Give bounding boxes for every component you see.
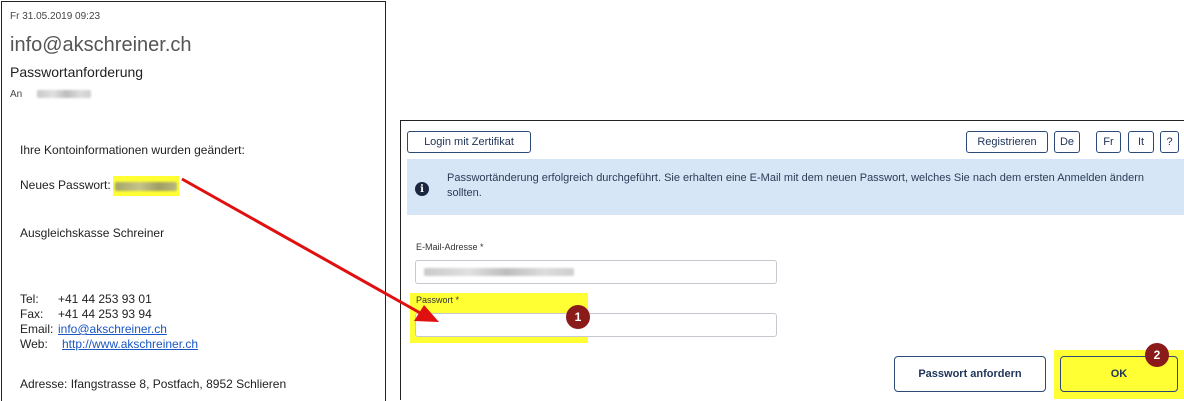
new-password-line: Neues Passwort: [20, 176, 179, 196]
tel-value: +41 44 253 93 01 [58, 292, 152, 306]
email-recipient-row: An [10, 89, 92, 100]
web-label: Web: [20, 337, 48, 351]
password-input[interactable] [415, 313, 777, 337]
login-panel: Login mit Zertifikat Registrieren De Fr … [400, 120, 1184, 400]
email-sender: info@akschreiner.ch [10, 34, 192, 56]
email-subject: Passwortanforderung [10, 64, 144, 80]
password-label: Passwort * [416, 295, 460, 305]
email-info-line: Ihre Kontoinformationen wurden geändert: [20, 143, 245, 157]
email-address-input[interactable] [415, 260, 777, 284]
tel-label: Tel: [20, 292, 39, 306]
info-banner: i Passwortänderung erfolgreich durchgefü… [407, 159, 1184, 215]
help-button[interactable]: ? [1160, 131, 1179, 153]
email-panel: Fr 31.05.2019 09:23 info@akschreiner.ch … [1, 1, 386, 401]
email-address: Adresse: Ifangstrasse 8, Postfach, 8952 … [20, 377, 287, 391]
recipient-blurred [37, 90, 92, 99]
login-toolbar: Login mit Zertifikat Registrieren De Fr … [401, 121, 1184, 157]
contact-web-row: Web: http://www.akschreiner.ch [20, 337, 198, 352]
email-address-label: E-Mail-Adresse * [416, 242, 484, 252]
info-icon: i [415, 182, 429, 196]
contact-fax-row: Fax: +41 44 253 93 94 [20, 307, 198, 322]
login-certificate-button[interactable]: Login mit Zertifikat [407, 131, 531, 153]
fax-value: +41 44 253 93 94 [58, 307, 152, 321]
info-message: Passwortänderung erfolgreich durchgeführ… [447, 172, 1145, 199]
request-password-button[interactable]: Passwort anfordern [894, 356, 1046, 392]
email-label: Email: [20, 322, 54, 336]
fax-label: Fax: [20, 307, 44, 321]
step-2-badge: 2 [1145, 343, 1169, 367]
lang-it-button[interactable]: It [1128, 131, 1154, 153]
new-password-blurred [114, 182, 177, 192]
contact-tel-row: Tel: +41 44 253 93 01 [20, 292, 198, 307]
email-link[interactable]: info@akschreiner.ch [58, 322, 167, 336]
lang-fr-button[interactable]: Fr [1096, 131, 1121, 153]
email-contact-block: Tel: +41 44 253 93 01 Fax: +41 44 253 93 9… [20, 292, 198, 352]
email-date: Fr 31.05.2019 09:23 [10, 11, 101, 22]
email-to-label: An [10, 89, 23, 100]
contact-email-row: Email: info@akschreiner.ch [20, 322, 198, 337]
email-signature: Ausgleichskasse Schreiner [20, 226, 165, 240]
register-button[interactable]: Registrieren [966, 131, 1048, 153]
web-link[interactable]: http://www.akschreiner.ch [62, 337, 198, 351]
email-address-blurred [424, 268, 574, 276]
lang-de-button[interactable]: De [1054, 131, 1080, 153]
new-password-highlight [112, 176, 179, 196]
step-1-badge: 1 [566, 305, 590, 329]
new-password-label: Neues Passwort: [20, 178, 111, 193]
